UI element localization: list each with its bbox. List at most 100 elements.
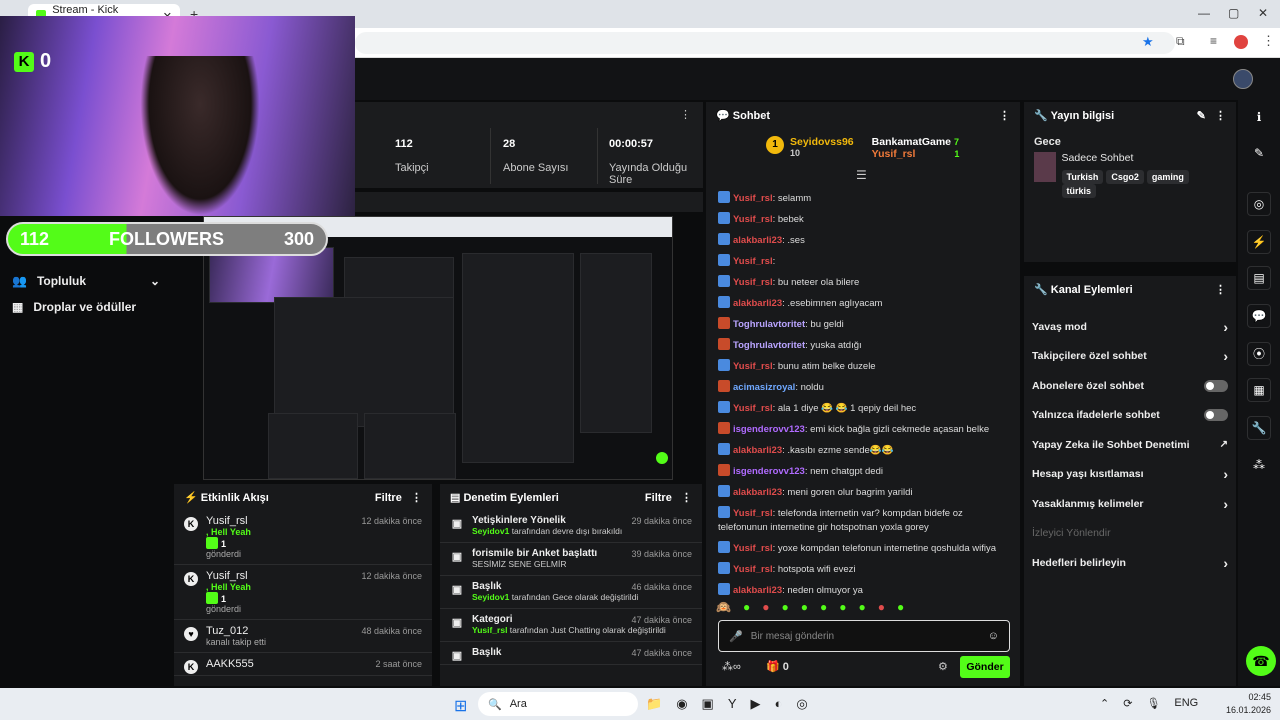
moderation-filter-button[interactable]: Filtre bbox=[645, 492, 672, 504]
channel-action-item[interactable]: Yapay Zeka ile Sohbet Denetimi ↗ bbox=[1024, 430, 1236, 460]
stream-tag[interactable]: gaming bbox=[1146, 170, 1189, 184]
chat-message[interactable]: Toghrulavtoritet: yuska atdığı bbox=[706, 335, 1020, 356]
moderation-item[interactable]: ▣ Kategori 47 dakika önce Yusif_rsl tara… bbox=[440, 609, 702, 642]
chat-message[interactable]: Yusif_rsl: telefonda internetin var? kom… bbox=[706, 503, 1020, 538]
chat-message[interactable]: isgenderovv123: nem chatgpt dedi bbox=[706, 461, 1020, 482]
yandex-icon[interactable]: Y bbox=[728, 696, 737, 712]
youtube-icon[interactable]: ▶ bbox=[751, 696, 761, 712]
chat-message[interactable]: acimasizroyal: noldu bbox=[706, 377, 1020, 398]
address-bar[interactable] bbox=[355, 32, 1175, 54]
chat-message[interactable]: isgenderovv123: emi kick bağla gizli cek… bbox=[706, 419, 1020, 440]
toggle-switch[interactable] bbox=[1204, 379, 1228, 392]
close-window-button[interactable]: ✕ bbox=[1258, 6, 1268, 20]
mic-icon[interactable]: 🎙 bbox=[1146, 697, 1160, 710]
language-indicator[interactable]: ENG bbox=[1174, 697, 1198, 710]
chat-message[interactable]: Yusif_rsl: bebek bbox=[706, 209, 1020, 230]
user-avatar[interactable] bbox=[1233, 69, 1253, 89]
channel-action-item[interactable]: Abonelere özel sohbet bbox=[1024, 371, 1236, 401]
more-icon[interactable]: ⋮ bbox=[999, 109, 1010, 122]
chrome-icon[interactable]: ◎ bbox=[796, 696, 807, 712]
emote-icon[interactable]: ● bbox=[897, 600, 904, 614]
support-icon[interactable]: ☎ bbox=[1246, 646, 1276, 676]
stream-tag[interactable]: türkis bbox=[1061, 184, 1097, 198]
edge-icon[interactable]: ◉ bbox=[676, 696, 687, 712]
emoji-icon[interactable]: ☺ bbox=[988, 630, 999, 642]
chat-message[interactable]: Yusif_rsl: bu neteer ola bilere bbox=[706, 272, 1020, 293]
emote-icon[interactable]: 🙉 bbox=[716, 600, 731, 614]
obs-icon[interactable]: ◐ bbox=[775, 696, 783, 712]
channel-action-item[interactable]: Hedefleri belirleyin › bbox=[1024, 548, 1236, 578]
clock[interactable]: 02:45 16.01.2026 bbox=[1226, 691, 1271, 717]
chat-message[interactable]: Yusif_rsl: ala 1 diye 😂 😂 1 qepiy deil h… bbox=[706, 398, 1020, 419]
emote-icon[interactable]: ● bbox=[858, 600, 865, 614]
chat-message[interactable]: alakbarli23: .kasıbı ezme sende😂😂 bbox=[706, 440, 1020, 461]
emote-icon[interactable]: ● bbox=[743, 600, 750, 614]
layout-icon[interactable]: ▦ bbox=[1247, 378, 1271, 402]
camera-icon[interactable]: ◎ bbox=[1247, 192, 1271, 216]
emote-icon[interactable]: ● bbox=[839, 600, 846, 614]
more-icon[interactable]: ⋮ bbox=[1215, 283, 1226, 296]
info-icon[interactable]: ℹ bbox=[1247, 106, 1271, 130]
emote-icon[interactable]: ● bbox=[762, 600, 769, 614]
users-icon[interactable]: ⁂ bbox=[1247, 454, 1271, 478]
emote-icon[interactable]: ● bbox=[820, 600, 827, 614]
bookmark-star-icon[interactable]: ★ bbox=[1142, 34, 1154, 50]
activity-item[interactable]: K AAKK555 2 saat önce bbox=[174, 653, 432, 676]
activity-item[interactable]: K Yusif_rsl 12 dakika önce , Hell Yeah 1… bbox=[174, 565, 432, 620]
chat-message[interactable]: Yusif_rsl: bbox=[706, 251, 1020, 272]
media-icon[interactable]: ≡ bbox=[1210, 34, 1217, 48]
points-counter[interactable]: 🎁 0 bbox=[766, 660, 789, 673]
stream-tag[interactable]: Turkish bbox=[1061, 170, 1104, 184]
channel-action-item[interactable]: Yalnızca ifadelerle sohbet bbox=[1024, 401, 1236, 431]
store-icon[interactable]: ▣ bbox=[702, 696, 714, 712]
emote-icon[interactable]: ● bbox=[801, 600, 808, 614]
chat-icon[interactable]: 💬 bbox=[1247, 304, 1271, 328]
chat-settings-icon[interactable]: ⚙ bbox=[938, 660, 948, 673]
chat-message[interactable]: alakbarli23: neden olmuyor ya bbox=[706, 580, 1020, 598]
channel-action-item[interactable]: Takipçilere özel sohbet › bbox=[1024, 342, 1236, 372]
more-icon[interactable]: ⋮ bbox=[680, 108, 691, 121]
moderation-item[interactable]: ▣ Yetişkinlere Yönelik 29 dakika önce Se… bbox=[440, 510, 702, 543]
moderation-item[interactable]: ▣ Başlık 47 dakika önce bbox=[440, 642, 702, 665]
chat-message[interactable]: alakbarli23: .esebimnen aglıyacam bbox=[706, 293, 1020, 314]
more-icon[interactable]: ⋮ bbox=[681, 492, 692, 504]
browser-menu-icon[interactable]: ⋮ bbox=[1262, 33, 1275, 49]
extensions-icon[interactable]: ⧉ bbox=[1176, 34, 1185, 49]
send-button[interactable]: Gönder bbox=[960, 656, 1010, 678]
channel-action-item[interactable]: Yavaş mod › bbox=[1024, 312, 1236, 342]
emote-icon[interactable]: ● bbox=[878, 600, 885, 614]
sidebar-item-drops[interactable]: ▦ Droplar ve ödüller bbox=[0, 294, 172, 320]
wrench-icon[interactable]: 🔧 bbox=[1247, 416, 1271, 440]
chat-message[interactable]: Yusif_rsl: hotspota wifi evezi bbox=[706, 559, 1020, 580]
chat-message[interactable]: alakbarli23: meni goren olur bagrim yari… bbox=[706, 482, 1020, 503]
maximize-button[interactable]: ▢ bbox=[1228, 6, 1239, 20]
chat-message[interactable]: Yusif_rsl: selamm bbox=[706, 188, 1020, 209]
channel-action-item[interactable]: Hesap yaşı kısıtlaması › bbox=[1024, 460, 1236, 490]
chat-input[interactable]: 🎤 Bir mesaj gönderin ☺ bbox=[718, 620, 1010, 652]
mic-icon[interactable]: 🎤 bbox=[729, 630, 743, 643]
document-icon[interactable]: ▤ bbox=[1247, 266, 1271, 290]
more-icon[interactable]: ⋮ bbox=[1215, 110, 1226, 122]
broadcast-icon[interactable]: ⦿ bbox=[1247, 342, 1271, 366]
channel-action-item[interactable]: Yasaklanmış kelimeler › bbox=[1024, 489, 1236, 519]
chevron-up-icon[interactable]: ⌃ bbox=[1100, 697, 1109, 710]
sync-icon[interactable]: ⟳ bbox=[1123, 697, 1132, 710]
more-icon[interactable]: ⋮ bbox=[411, 492, 422, 504]
chatters-icon[interactable]: ⁂∞ bbox=[722, 660, 741, 673]
emote-icon[interactable]: ● bbox=[781, 600, 788, 614]
sidebar-item-community[interactable]: 👥 Topluluk ⌄ bbox=[0, 268, 172, 294]
taskbar-search[interactable]: 🔍 Ara bbox=[478, 692, 638, 716]
file-explorer-icon[interactable]: 📁 bbox=[646, 696, 662, 712]
activity-item[interactable]: K Yusif_rsl 12 dakika önce , Hell Yeah 1… bbox=[174, 510, 432, 565]
pencil-icon[interactable]: ✎ bbox=[1247, 142, 1271, 166]
chat-message[interactable]: Toghrulavtoritet: bu geldi bbox=[706, 314, 1020, 335]
moderation-item[interactable]: ▣ Başlık 46 dakika önce Seyidov1 tarafın… bbox=[440, 576, 702, 609]
chat-message[interactable]: alakbarli23: .ses bbox=[706, 230, 1020, 251]
toggle-switch[interactable] bbox=[1204, 409, 1228, 422]
activity-filter-button[interactable]: Filtre bbox=[375, 492, 402, 504]
stream-tag[interactable]: Csgo2 bbox=[1106, 170, 1144, 184]
windows-start-icon[interactable]: ⊞ bbox=[454, 696, 467, 716]
chat-message[interactable]: Yusif_rsl: bunu atim belke duzele bbox=[706, 356, 1020, 377]
edit-icon[interactable]: ✎ bbox=[1197, 110, 1206, 122]
expand-icon[interactable]: ☰ bbox=[856, 168, 867, 182]
